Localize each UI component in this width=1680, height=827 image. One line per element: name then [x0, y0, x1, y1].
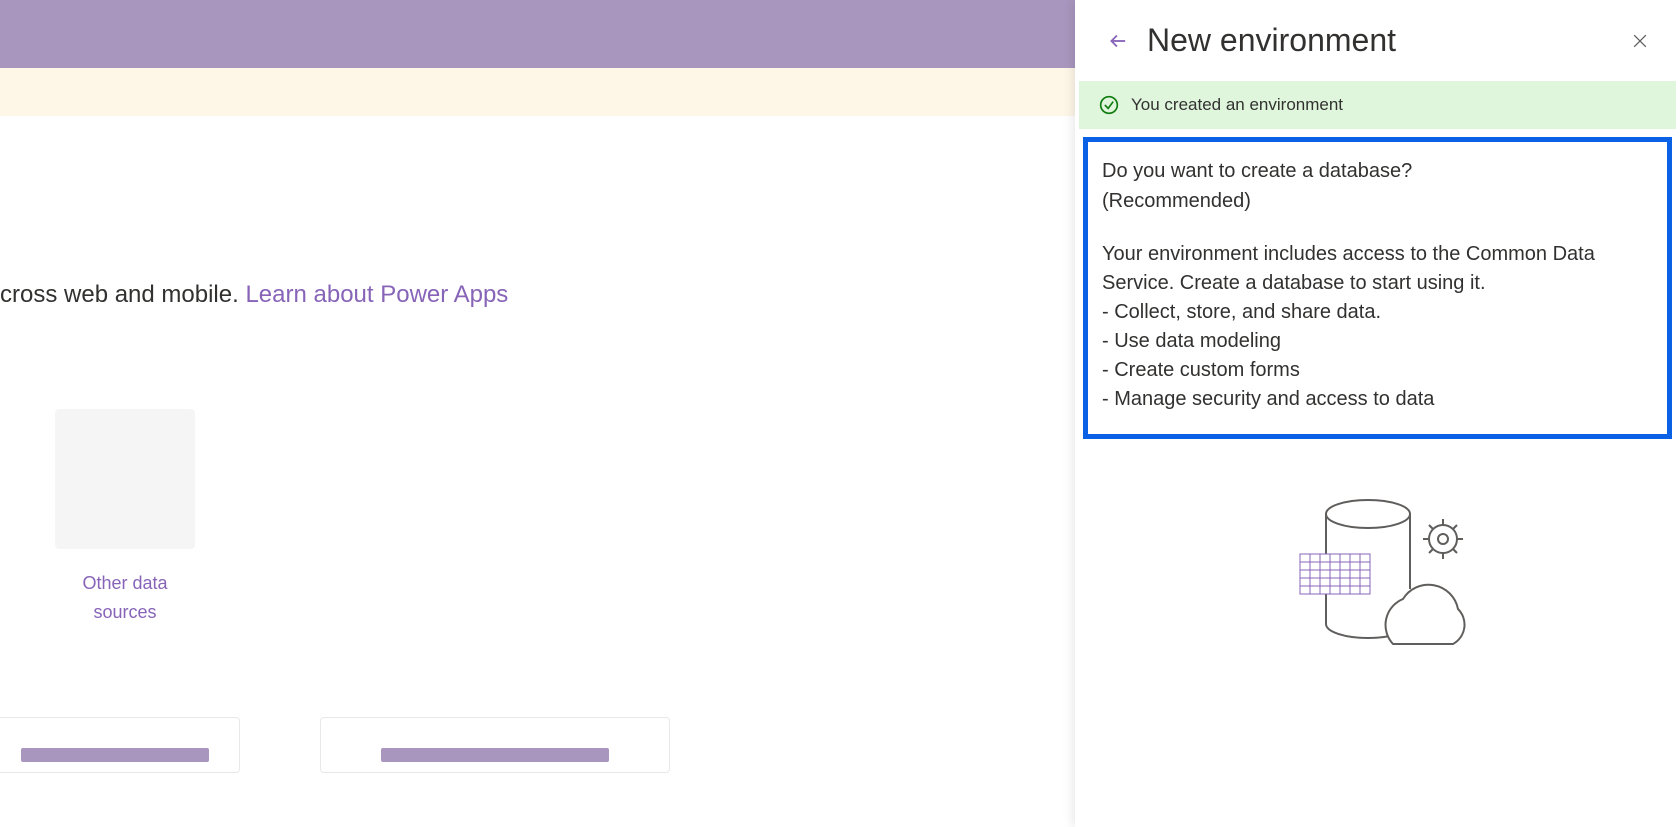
hero-prefix: cross web and mobile.	[0, 281, 245, 308]
description-text: Your environment includes access to the …	[1102, 240, 1653, 298]
tile-common-data-service[interactable]: on vice	[0, 409, 10, 627]
tile-other-data-sources[interactable]: Other data sources	[55, 409, 195, 627]
tile-box-icon	[55, 409, 195, 549]
bullet-3: - Create custom forms	[1102, 356, 1653, 385]
question-line-1: Do you want to create a database?	[1102, 156, 1653, 186]
success-message: You created an environment	[1131, 95, 1343, 115]
panel-title: New environment	[1147, 22, 1610, 59]
preview-card-1[interactable]	[0, 717, 240, 773]
back-arrow-icon[interactable]	[1105, 30, 1127, 52]
bullet-4: - Manage security and access to data	[1102, 385, 1653, 414]
panel-header: New environment	[1075, 0, 1680, 81]
database-illustration	[1075, 494, 1680, 664]
highlighted-info-box: Do you want to create a database? (Recom…	[1083, 137, 1672, 439]
close-icon[interactable]	[1630, 31, 1650, 51]
preview-bar	[21, 748, 209, 762]
success-banner: You created an environment	[1079, 81, 1676, 129]
bullet-2: - Use data modeling	[1102, 327, 1653, 356]
preview-bar	[381, 748, 609, 762]
bullet-1: - Collect, store, and share data.	[1102, 298, 1653, 327]
question-line-2: (Recommended)	[1102, 186, 1653, 216]
learn-link[interactable]: Learn about Power Apps	[245, 281, 508, 308]
check-circle-icon	[1099, 95, 1119, 115]
preview-card-2[interactable]	[320, 717, 670, 773]
tile-label: on vice	[0, 409, 10, 467]
tile-label: Other data sources	[55, 569, 195, 627]
new-environment-panel: New environment You created an environme…	[1075, 0, 1680, 827]
